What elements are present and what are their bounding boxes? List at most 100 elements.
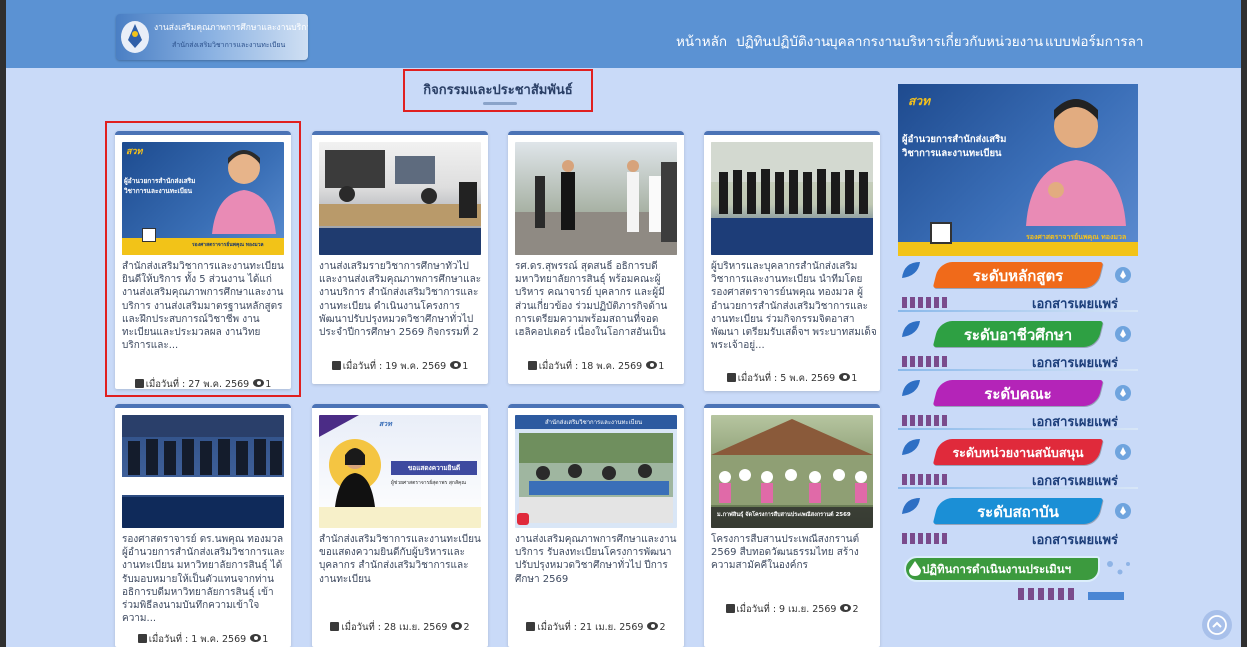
banner-name: รองศาสตราจารย์นพคุณ ทองมวล [1026, 233, 1127, 241]
calendar-icon [527, 361, 537, 370]
calendar-icon [137, 634, 147, 643]
news-views: 2 [659, 622, 666, 633]
news-date: เมื่อวันที่ : 28 เม.ย. 2569 [341, 622, 448, 633]
news-meta: เมื่อวันที่ : 1 พ.ค. 2569 1 [115, 632, 291, 647]
doc-button-label: ระดับหน่วยงานสนับสนุน [952, 445, 1084, 460]
leaf-icon [902, 439, 920, 455]
logo-title: งานส่งเสริมคุณภาพการศึกษาและงานบริการ [154, 23, 308, 33]
news-date: เมื่อวันที่ : 18 พ.ค. 2569 [538, 361, 643, 372]
news-views: 1 [462, 361, 469, 372]
drop-icon [1115, 503, 1131, 519]
doc-subtitle: เอกสารเผยแพร่ [1032, 533, 1118, 548]
doc-button-curriculum[interactable]: ระดับหลักสูตร เอกสารเผยแพร่ [898, 260, 1138, 318]
director-banner[interactable]: สวท ผู้อำนวยการสำนักส่งเสริม วิชาการและง… [898, 84, 1138, 256]
person-photo-icon [1026, 99, 1126, 226]
news-card[interactable]: ผู้บริหารและบุคลากรสำนักส่งเสริมวิชาการแ… [704, 131, 880, 391]
drop-icon [1115, 267, 1131, 283]
site-logo[interactable]: งานส่งเสริมคุณภาพการศึกษาและงานบริการ สำ… [116, 14, 308, 60]
divider [898, 428, 1138, 430]
news-thumbnail: สำนักส่งเสริมวิชาการและงานทะเบียน [515, 415, 677, 528]
news-views: 2 [852, 604, 859, 615]
news-views: 1 [851, 373, 858, 384]
youtube-icon [517, 513, 529, 525]
ceremony-photo-icon [515, 160, 677, 255]
section-header: กิจกรรมและประชาสัมพันธ์ [403, 69, 593, 112]
leaf-icon [902, 498, 920, 514]
drop-icon [1115, 385, 1131, 401]
thumb-logo: สวท [379, 420, 392, 428]
doc-button-faculty[interactable]: ระดับคณะ เอกสารเผยแพร่ [898, 378, 1138, 436]
assessment-calendar-label: ปฏิทินการดำเนินงานประเมินฯ [922, 562, 1072, 576]
leaf-icon [902, 262, 920, 278]
nav-home[interactable]: หน้าหลัก [676, 30, 727, 52]
news-card[interactable]: สำนักส่งเสริมวิชาการและงานทะเบียน งานส่ง… [508, 404, 684, 647]
drop-icon [1115, 326, 1131, 342]
nav-leave-form[interactable]: แบบฟอร์มการลา [1045, 30, 1144, 52]
news-card[interactable]: รองศาสตราจารย์ ดร.นพคุณ ทองมวล ผู้อำนวยก… [115, 404, 291, 647]
people-icon [902, 474, 947, 485]
news-thumbnail [319, 142, 481, 255]
calendar-icon [726, 373, 736, 382]
calendar-icon [331, 361, 341, 370]
eye-icon [450, 361, 462, 369]
banner-yellow-strip [898, 242, 1138, 256]
news-description: งานส่งเสริมรายวิชาการศึกษาทั่วไปและงานส่… [319, 261, 482, 338]
news-date: เมื่อวันที่ : 1 พ.ค. 2569 [148, 634, 247, 645]
people-icon [902, 356, 947, 367]
news-date: เมื่อวันที่ : 19 พ.ค. 2569 [342, 361, 447, 372]
leaf-icon [902, 321, 920, 337]
nav-calendar[interactable]: ปฏิทินปฏิบัติงาน [736, 30, 830, 52]
calendar-icon [725, 604, 735, 613]
eye-icon [647, 622, 659, 630]
group-photo-icon [711, 142, 873, 255]
highlight-box [105, 121, 301, 397]
drop-icon [909, 561, 921, 576]
news-date: เมื่อวันที่ : 21 เม.ย. 2569 [537, 622, 644, 633]
thumb-banner: ขอแสดงความยินดี [391, 461, 477, 475]
news-meta: เมื่อวันที่ : 18 พ.ค. 2569 1 [508, 359, 684, 374]
news-thumbnail: สวท ขอแสดงความยินดี ผู้ช่วยศาสตราจารย์สุ… [319, 415, 481, 528]
news-thumbnail: ม.กาฬสินธุ์ จัดโครงการสืบสานประเพณีสงกรา… [711, 415, 873, 528]
thumb-name: ผู้ช่วยศาสตราจารย์สุดาพร สุกสัคุณ [391, 480, 466, 486]
sparkle-icon [1107, 561, 1130, 575]
news-description: โครงการสืบสานประเพณีสงกรานต์ 2569 สืบทอด… [711, 534, 860, 572]
eye-icon [451, 622, 463, 630]
news-meta: เมื่อวันที่ : 19 พ.ค. 2569 1 [312, 359, 488, 374]
section-title-underline [483, 102, 517, 105]
news-card[interactable]: รศ.ดร.สุพรรณ์ สุดสนธิ์ อธิการบดีมหาวิทยา… [508, 131, 684, 384]
people-icon [1018, 588, 1124, 600]
news-card[interactable]: งานส่งเสริมรายวิชาการศึกษาทั่วไปและงานส่… [312, 131, 488, 384]
news-card[interactable]: สวท ขอแสดงความยินดี ผู้ช่วยศาสตราจารย์สุ… [312, 404, 488, 647]
thumb-caption: ม.กาฬสินธุ์ จัดโครงการสืบสานประเพณีสงกรา… [717, 512, 851, 518]
drop-icon [1115, 444, 1131, 460]
doc-button-label: ระดับอาชีวศึกษา [963, 326, 1073, 344]
doc-button-vocational[interactable]: ระดับอาชีวศึกษา เอกสารเผยแพร่ [898, 319, 1138, 377]
chevron-up-icon [1207, 615, 1227, 635]
doc-button-label: ระดับคณะ [984, 385, 1052, 403]
news-meta: เมื่อวันที่ : 28 เม.ย. 2569 2 [312, 620, 488, 635]
divider [898, 310, 1138, 312]
calendar-icon [330, 622, 340, 631]
banner-title-line1: ผู้อำนวยการสำนักส่งเสริม [902, 134, 1007, 145]
scroll-to-top-button[interactable] [1202, 610, 1232, 640]
news-meta: เมื่อวันที่ : 5 พ.ค. 2569 1 [704, 371, 880, 386]
news-meta: เมื่อวันที่ : 21 เม.ย. 2569 2 [508, 620, 684, 635]
news-date: เมื่อวันที่ : 5 พ.ค. 2569 [737, 373, 836, 384]
people-icon [902, 533, 947, 544]
people-icon [902, 297, 947, 308]
doc-button-institution[interactable]: ระดับสถาบัน เอกสารเผยแพร่ [898, 496, 1138, 554]
logo-subtitle: สำนักส่งเสริมวิชาการและงานทะเบียน [172, 41, 286, 49]
doc-button-support-unit[interactable]: ระดับหน่วยงานสนับสนุน เอกสารเผยแพร่ [898, 437, 1138, 495]
nav-staff[interactable]: บุคลากรงานบริหาร [829, 30, 941, 52]
news-card[interactable]: ม.กาฬสินธุ์ จัดโครงการสืบสานประเพณีสงกรา… [704, 404, 880, 647]
news-description: สำนักส่งเสริมวิชาการและงานทะเบียน ขอแสดง… [319, 534, 481, 585]
people-icon [902, 415, 947, 426]
window-frame-right [1241, 0, 1247, 647]
nav-about[interactable]: เกี่ยวกับหน่วยงาน [941, 30, 1043, 52]
doc-button-label: ระดับหลักสูตร [972, 267, 1064, 285]
university-emblem-icon [121, 21, 149, 53]
leaf-icon [902, 380, 920, 396]
news-views: 1 [658, 361, 665, 372]
assessment-calendar-button[interactable]: ปฏิทินการดำเนินงานประเมินฯ [898, 556, 1138, 604]
banner-title-line2: วิชาการและงานทะเบียน [902, 148, 1002, 159]
